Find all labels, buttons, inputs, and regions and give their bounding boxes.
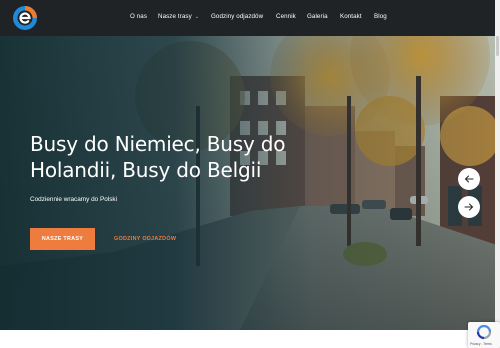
- site-header: O nas Nasze trasy ⌄ Godziny odjazdów Cenn…: [0, 0, 500, 36]
- nav-item-label: O nas: [130, 13, 148, 20]
- slider-next-button[interactable]: [458, 196, 480, 218]
- nav-item-kontakt[interactable]: Kontakt: [340, 13, 362, 20]
- hero-background-image: [0, 36, 500, 330]
- scrollbar-thumb[interactable]: [496, 36, 499, 56]
- slider-prev-button[interactable]: [458, 168, 480, 190]
- nav-item-label: Galeria: [307, 13, 328, 20]
- arrow-right-icon: [464, 203, 474, 211]
- nav-item-label: Cennik: [276, 13, 296, 20]
- chevron-down-icon: ⌄: [194, 14, 200, 20]
- nav-item-godziny-odjazdow[interactable]: Godziny odjazdów: [211, 13, 263, 20]
- hero-title-line-1: Busy do Niemiec, Busy do: [30, 132, 286, 156]
- hero-title: Busy do Niemiec, Busy do Holandii, Busy …: [30, 131, 330, 183]
- hero-title-line-2: Holandii, Busy do Belgii: [30, 158, 262, 182]
- nasze-trasy-button[interactable]: NASZE TRASY: [30, 228, 95, 250]
- nav-item-blog[interactable]: Blog: [374, 13, 387, 20]
- godziny-odjazdow-link[interactable]: GODZINY ODJAZDÓW: [114, 236, 176, 242]
- nav-item-label: Nasze trasy: [158, 13, 192, 20]
- nav-item-label: Godziny odjazdów: [211, 13, 264, 20]
- recaptcha-badge[interactable]: Privacy - Terms: [468, 322, 500, 348]
- hero-slider: Busy do Niemiec, Busy do Holandii, Busy …: [0, 36, 500, 330]
- main-navigation: O nas Nasze trasy ⌄ Godziny odjazdów Cenn…: [0, 0, 500, 36]
- nav-item-galeria[interactable]: Galeria: [307, 13, 328, 20]
- nav-item-o-nas[interactable]: O nas: [130, 13, 147, 20]
- arrow-left-icon: [464, 175, 474, 183]
- nav-item-label: Blog: [374, 13, 387, 20]
- page-scrollbar[interactable]: [495, 0, 500, 348]
- hero-subtitle: Codziennie wracamy do Polski: [30, 196, 118, 203]
- recaptcha-icon: [476, 324, 492, 340]
- nav-item-cennik[interactable]: Cennik: [276, 13, 296, 20]
- nav-item-nasze-trasy[interactable]: Nasze trasy ⌄: [158, 13, 199, 20]
- recaptcha-footer-text[interactable]: Privacy - Terms: [470, 342, 492, 346]
- nav-item-label: Kontakt: [340, 13, 362, 20]
